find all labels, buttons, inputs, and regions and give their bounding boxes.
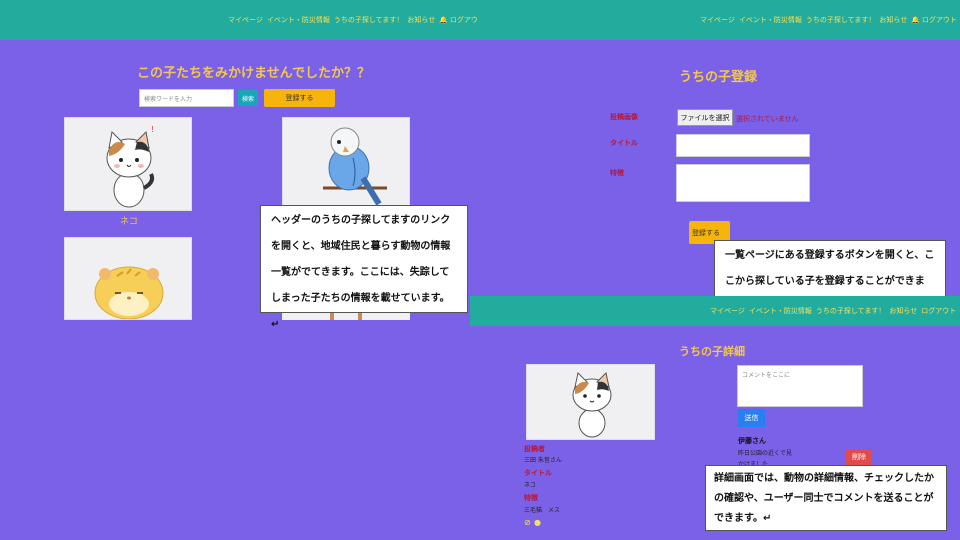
feature-label: 特徴 xyxy=(610,169,624,177)
cat-illustration: ! xyxy=(106,125,154,208)
detail-title-label: タイトル xyxy=(524,469,552,477)
comment-user: 伊藤さん xyxy=(738,437,766,445)
list-nav: マイページ イベント・防災情報 うちの子探してます！ お知らせ 🔔 ログアウト xyxy=(0,0,485,40)
pet-card-cat[interactable]: ! xyxy=(64,117,192,211)
parakeet-illustration xyxy=(323,127,387,206)
poster-label: 投稿者 xyxy=(524,445,545,453)
nav-mypage[interactable]: マイページ xyxy=(700,15,735,25)
register-page-note: 一覧ページにある登録するボタンを開くと、ここから探している子を登録することができ… xyxy=(714,240,946,313)
list-header: マイページ イベント・防災情報 うちの子探してます！ お知らせ 🔔 ログアウト xyxy=(0,0,485,40)
pet-card-partial xyxy=(282,312,410,320)
file-status: 選択されていません xyxy=(736,115,799,123)
register-link-button[interactable]: 登録する xyxy=(264,89,335,107)
detail-feature-label: 特徴 xyxy=(524,494,538,502)
search-button[interactable]: 検索 xyxy=(238,90,258,106)
bell-icon: 🔔 xyxy=(439,16,448,24)
bell-icon: 🔔 xyxy=(911,16,920,24)
nav-events[interactable]: イベント・防災情報 xyxy=(267,15,330,25)
nav-events[interactable]: イベント・防災情報 xyxy=(749,306,812,316)
comment-input[interactable]: コメントをここに xyxy=(737,365,863,407)
cat-illustration xyxy=(572,371,612,438)
delete-button[interactable]: 削除 xyxy=(846,449,872,465)
list-page-note: ヘッダーのうちの子探してますのリンクを開くと、地域住民と暮らす動物の情報一覧がで… xyxy=(260,205,468,330)
pet-label-cat: ネコ xyxy=(120,217,138,227)
send-button[interactable]: 送信 xyxy=(738,409,765,427)
nav-news[interactable]: お知らせ xyxy=(879,15,907,25)
detail-page-note: 詳細画面では、動物の詳細情報、チェックしたかの確認や、ユーザー同士でコメントを送… xyxy=(705,465,947,531)
nav-news[interactable]: お知らせ xyxy=(889,306,917,316)
image-label: 投稿画像 xyxy=(610,113,638,121)
detail-page-title: うちの子詳細 xyxy=(679,345,745,358)
count-icon: ● xyxy=(534,518,541,527)
title-input[interactable] xyxy=(676,134,810,157)
poster-value: 三田 朱音さん xyxy=(524,457,562,464)
comment-text-1: 昨日公園の近くで見 xyxy=(738,450,792,457)
detail-pet-image xyxy=(526,364,655,440)
pet-card-hamster[interactable] xyxy=(64,237,192,320)
file-select-button[interactable]: ファイルを選択 xyxy=(677,109,733,126)
nav-lost-pets[interactable]: うちの子探してます！ xyxy=(334,15,403,25)
svg-text:!: ! xyxy=(151,125,154,134)
search-input[interactable]: 検索ワードを入力 xyxy=(139,89,234,107)
nav-mypage[interactable]: マイページ xyxy=(710,306,745,316)
nav-logout[interactable]: ログアウト xyxy=(922,15,957,25)
register-nav: マイページ イベント・防災情報 うちの子探してます！ お知らせ 🔔 ログアウト xyxy=(480,0,960,40)
nav-lost-pets[interactable]: うちの子探してます！ xyxy=(816,306,885,316)
list-page-title: この子たちをみかけませんでしたか？？ xyxy=(137,66,370,81)
nav-mypage[interactable]: マイページ xyxy=(228,15,263,25)
title-label: タイトル xyxy=(610,139,638,147)
feature-textarea[interactable] xyxy=(676,164,810,202)
detail-feature-value: 三毛猫 メス xyxy=(524,507,561,514)
register-page-title: うちの子登録 xyxy=(679,70,758,85)
hamster-illustration xyxy=(94,266,164,319)
detail-header: マイページ イベント・防災情報 うちの子探してます！ お知らせ ログアウト xyxy=(470,296,960,326)
nav-news[interactable]: お知らせ xyxy=(407,15,435,25)
pet-card-bird[interactable] xyxy=(282,117,410,211)
register-header: マイページ イベント・防災情報 うちの子探してます！ お知らせ 🔔 ログアウト xyxy=(480,0,960,40)
nav-events[interactable]: イベント・防災情報 xyxy=(739,15,802,25)
detail-title-value: ネコ xyxy=(524,482,536,489)
check-icon[interactable]: ⊘ xyxy=(524,518,531,527)
nav-lost-pets[interactable]: うちの子探してます！ xyxy=(806,15,875,25)
detail-nav: マイページ イベント・防災情報 うちの子探してます！ お知らせ ログアウト xyxy=(470,296,960,326)
nav-logout[interactable]: ログアウト xyxy=(921,306,956,316)
